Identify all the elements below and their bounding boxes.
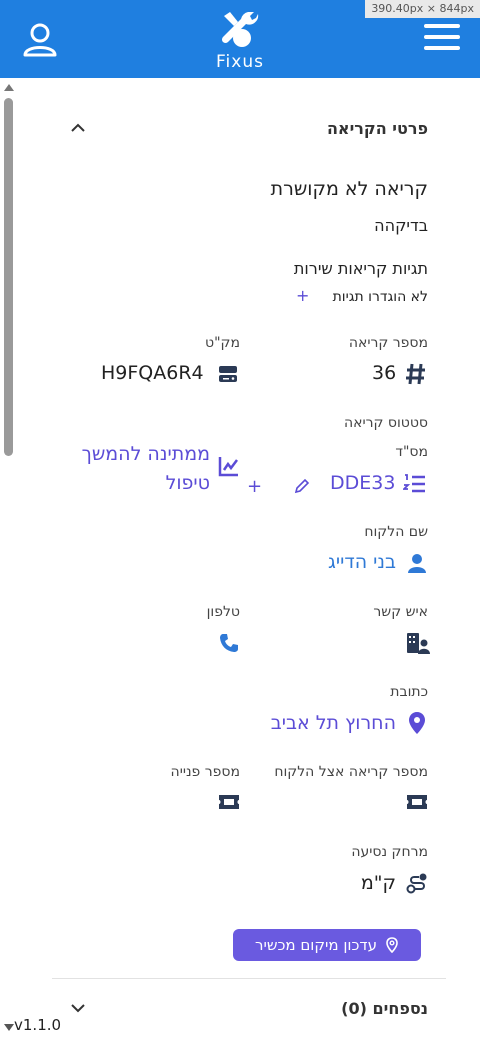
- phone-label: טלפון: [206, 604, 240, 620]
- section-title: פרטי הקריאה: [326, 119, 428, 138]
- collapse-chevron-up-icon[interactable]: [70, 120, 86, 140]
- sku-value: H9FQA6R4: [101, 362, 204, 384]
- serial-label: מס"ד: [395, 444, 428, 460]
- call-subtitle: בדיקהה: [374, 216, 428, 235]
- app-version: v1.1.0: [14, 1016, 62, 1034]
- section-divider: [52, 978, 446, 979]
- customer-call-number-label: מספר קריאה אצל הלקוח: [274, 764, 428, 780]
- hash-icon: [405, 362, 427, 390]
- server-icon: [218, 364, 238, 388]
- viewport-size-badge: 390.40px × 844px: [365, 0, 480, 18]
- chart-line-icon: [218, 455, 240, 481]
- ticket-icon: [406, 793, 428, 815]
- add-tag-button[interactable]: +: [296, 286, 309, 305]
- tags-empty-text: לא הוגדרו תגיות: [332, 289, 428, 305]
- update-location-label: עדכון מיקום מכשיר: [255, 936, 378, 954]
- wrench-logo-icon: [221, 12, 259, 47]
- expand-chevron-down-icon[interactable]: [70, 1000, 86, 1020]
- travel-distance-value: ק"מ: [360, 872, 396, 894]
- building-user-icon[interactable]: [406, 632, 430, 658]
- status-value-line2[interactable]: טיפול: [166, 472, 210, 494]
- map-pin-outline-icon: [386, 937, 398, 953]
- serial-value[interactable]: DDE33: [330, 472, 395, 494]
- tags-title: תגיות קריאות שירות: [293, 259, 428, 278]
- customer-user-icon: [407, 553, 427, 577]
- call-number-label: מספר קריאה: [348, 335, 428, 351]
- list-numbered-icon: [401, 473, 427, 499]
- attachments-title: נספחים (0): [341, 999, 428, 1018]
- route-icon: [406, 872, 428, 898]
- app-logo: Fixus: [206, 8, 274, 72]
- ticket-icon: [218, 793, 240, 815]
- call-title: קריאה לא מקושרת: [270, 178, 428, 200]
- edit-pencil-icon[interactable]: [294, 478, 310, 498]
- request-number-label: מספר פנייה: [170, 764, 240, 780]
- status-value-line1[interactable]: ממתינה להמשך: [82, 443, 210, 465]
- contact-label: איש קשר: [373, 604, 428, 620]
- travel-distance-label: מרחק נסיעה: [351, 844, 428, 860]
- address-label: כתובת: [390, 684, 428, 700]
- scrollbar-thumb[interactable]: [4, 98, 13, 456]
- scroll-up-arrow[interactable]: [4, 84, 14, 91]
- map-pin-icon: [408, 711, 426, 739]
- customer-name-link[interactable]: בני הדייג: [328, 551, 396, 573]
- phone-icon[interactable]: [219, 633, 239, 657]
- sku-label: מק"ט: [205, 335, 240, 351]
- update-device-location-button[interactable]: עדכון מיקום מכשיר: [233, 929, 421, 961]
- status-label: סטטוס קריאה: [343, 415, 428, 431]
- app-logo-text: Fixus: [216, 52, 264, 72]
- call-number-value: 36: [372, 362, 397, 384]
- add-serial-button[interactable]: +: [247, 476, 262, 497]
- customer-label: שם הלקוח: [364, 524, 428, 540]
- address-link[interactable]: החרוץ תל אביב: [271, 712, 396, 734]
- user-profile-icon[interactable]: [20, 20, 60, 60]
- hamburger-menu-icon[interactable]: [424, 24, 460, 54]
- scroll-down-arrow[interactable]: [4, 1024, 14, 1031]
